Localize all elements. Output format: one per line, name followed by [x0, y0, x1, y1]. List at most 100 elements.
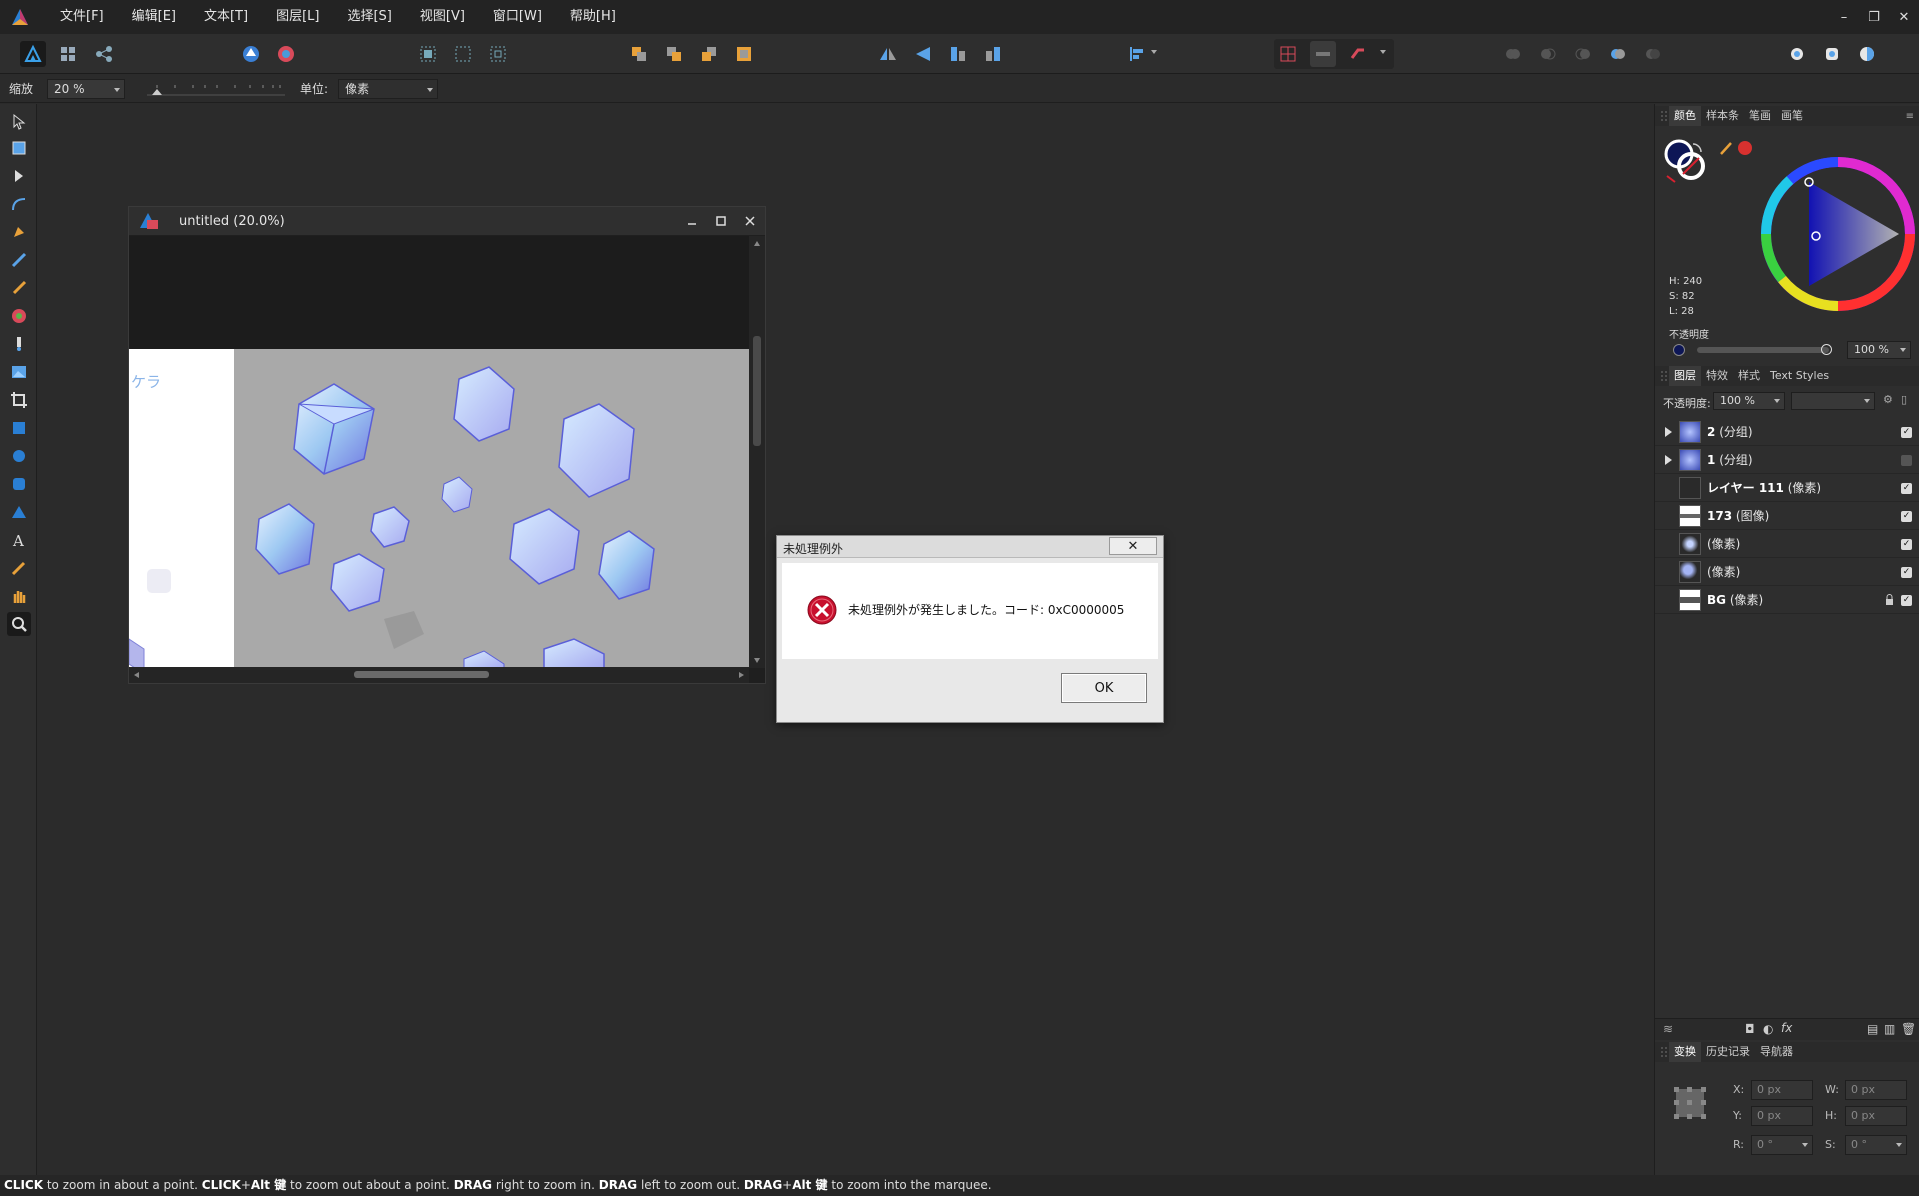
document-vertical-scrollbar[interactable] [749, 236, 765, 668]
menu-edit[interactable]: 编辑[E] [118, 0, 190, 34]
r-field[interactable]: 0 ° [1751, 1135, 1813, 1155]
arrange-backward-icon[interactable] [661, 41, 687, 67]
fx-layer-icon[interactable]: fx [1781, 1021, 1792, 1035]
artboard-tool-icon[interactable] [7, 136, 31, 160]
panel-grip-icon[interactable] [1659, 1045, 1669, 1059]
panel-grip-icon[interactable] [1659, 369, 1669, 383]
quick-mask-icon[interactable] [1784, 41, 1810, 67]
layer-visibility-checkbox[interactable]: ✓ [1901, 567, 1912, 578]
flip-horizontal-icon[interactable] [875, 41, 901, 67]
rotate-left-icon[interactable] [945, 41, 971, 67]
export-persona-icon[interactable] [91, 41, 117, 67]
opacity-slider-handle[interactable] [1821, 344, 1832, 355]
blend-mode-dropdown-icon[interactable] [1864, 399, 1870, 403]
color-settings-icon[interactable] [273, 41, 299, 67]
zoom-tool-icon[interactable] [7, 612, 31, 636]
snapping-magnet-icon[interactable] [1345, 41, 1371, 67]
w-field[interactable]: 0 px [1845, 1080, 1907, 1100]
select-all-icon[interactable] [415, 41, 441, 67]
layer-visibility-checkbox[interactable]: ✓ [1901, 539, 1912, 550]
new-group-icon[interactable]: ▥ [1884, 1022, 1895, 1036]
document-close-button[interactable] [735, 207, 765, 235]
color-wheel[interactable] [1710, 154, 1919, 314]
layer-row[interactable]: レイヤー 111 (像素) ✓ [1655, 474, 1919, 502]
panel-grip-icon[interactable] [1659, 109, 1669, 123]
y-field[interactable]: 0 px [1751, 1106, 1813, 1126]
place-image-tool-icon[interactable] [7, 360, 31, 384]
align-dropdown-icon[interactable] [1124, 41, 1150, 67]
delete-layer-icon[interactable]: 🗑 [1901, 1022, 1916, 1036]
layer-visibility-checkbox[interactable] [1901, 455, 1912, 466]
boolean-add-icon[interactable] [1500, 41, 1526, 67]
layer-opacity-field[interactable]: 100 % [1713, 392, 1785, 410]
tab-swatches[interactable]: 样本条 [1701, 106, 1744, 126]
tab-history[interactable]: 历史记录 [1701, 1042, 1755, 1062]
snapping-dropdown-caret[interactable] [1380, 50, 1386, 54]
layer-row[interactable]: (像素) ✓ [1655, 530, 1919, 558]
grid-icon[interactable] [1275, 41, 1301, 67]
guides-icon[interactable] [1310, 41, 1336, 67]
tab-styles[interactable]: 样式 [1733, 366, 1765, 386]
pen-curve-tool-icon[interactable] [7, 192, 31, 216]
pencil-tool-icon[interactable] [7, 248, 31, 272]
menu-select[interactable]: 选择[S] [333, 0, 405, 34]
ellipse-tool-icon[interactable] [7, 444, 31, 468]
refine-selection-icon[interactable] [1819, 41, 1845, 67]
opacity-field[interactable]: 100 % [1847, 341, 1911, 359]
unit-select[interactable]: 像素 [338, 78, 439, 99]
opacity-dropdown-icon[interactable] [1900, 348, 1906, 352]
tab-navigator[interactable]: 导航器 [1755, 1042, 1798, 1062]
menu-view[interactable]: 视图[V] [406, 0, 479, 34]
rectangle-tool-icon[interactable] [7, 416, 31, 440]
brush-tool-icon[interactable] [7, 276, 31, 300]
s-field[interactable]: 0 ° [1845, 1135, 1907, 1155]
boolean-subtract-icon[interactable] [1535, 41, 1561, 67]
zoom-field[interactable]: 20 % [47, 78, 126, 99]
fill-stroke-swatch-icon[interactable] [1663, 138, 1709, 184]
layer-expand-icon[interactable] [1665, 426, 1672, 437]
crop-tool-icon[interactable] [7, 388, 31, 412]
menu-window[interactable]: 窗口[W] [479, 0, 556, 34]
arrange-front-icon[interactable] [731, 41, 757, 67]
dialog-ok-button[interactable]: OK [1061, 673, 1147, 703]
deselect-icon[interactable] [450, 41, 476, 67]
layer-settings-gear-icon[interactable]: ⚙ [1883, 393, 1893, 406]
arrange-forward-icon[interactable] [696, 41, 722, 67]
layer-row[interactable]: 1 (分组) [1655, 446, 1919, 474]
unit-dropdown-icon[interactable] [427, 87, 434, 92]
opacity-slider[interactable] [1697, 347, 1829, 353]
menu-file[interactable]: 文件[F] [46, 0, 118, 34]
fill-tool-icon[interactable] [7, 332, 31, 356]
align-dropdown-caret[interactable] [1151, 50, 1157, 54]
boolean-divide-icon[interactable] [1640, 41, 1666, 67]
layer-visibility-checkbox[interactable]: ✓ [1901, 427, 1912, 438]
menu-text[interactable]: 文本[T] [190, 0, 262, 34]
invert-selection-icon[interactable] [485, 41, 511, 67]
s-dropdown-icon[interactable] [1896, 1143, 1902, 1147]
menu-layer[interactable]: 图层[L] [262, 0, 333, 34]
panel-menu-icon[interactable]: ≡ [1906, 111, 1914, 122]
window-restore-button[interactable]: ❐ [1859, 0, 1889, 34]
tab-text-styles[interactable]: Text Styles [1765, 366, 1834, 386]
boolean-intersect-icon[interactable] [1570, 41, 1596, 67]
text-tool-icon[interactable]: A [7, 528, 31, 552]
rotate-right-icon[interactable] [980, 41, 1006, 67]
layer-lock-icon[interactable] [1885, 594, 1894, 606]
mask-layer-icon[interactable]: ◘ [1745, 1022, 1755, 1036]
layer-row[interactable]: BG (像素) ✓ [1655, 586, 1919, 614]
flip-vertical-icon[interactable] [910, 41, 936, 67]
tab-effects[interactable]: 特效 [1701, 366, 1733, 386]
blend-mode-select[interactable] [1791, 392, 1875, 410]
zoom-dropdown-icon[interactable] [114, 87, 121, 92]
layer-opacity-dropdown-icon[interactable] [1774, 399, 1780, 403]
pen-tool-icon[interactable] [7, 220, 31, 244]
x-field[interactable]: 0 px [1751, 1080, 1813, 1100]
new-layer-icon[interactable]: ▤ [1867, 1022, 1878, 1036]
layer-expand-icon[interactable] [1665, 454, 1672, 465]
tab-stroke[interactable]: 笔画 [1744, 106, 1776, 126]
window-minimize-button[interactable]: – [1829, 0, 1859, 34]
layer-lock-icon[interactable]: ▯ [1901, 393, 1907, 406]
node-tool-icon[interactable] [7, 164, 31, 188]
color-picker-tool-icon[interactable] [7, 304, 31, 328]
boolean-xor-icon[interactable] [1605, 41, 1631, 67]
